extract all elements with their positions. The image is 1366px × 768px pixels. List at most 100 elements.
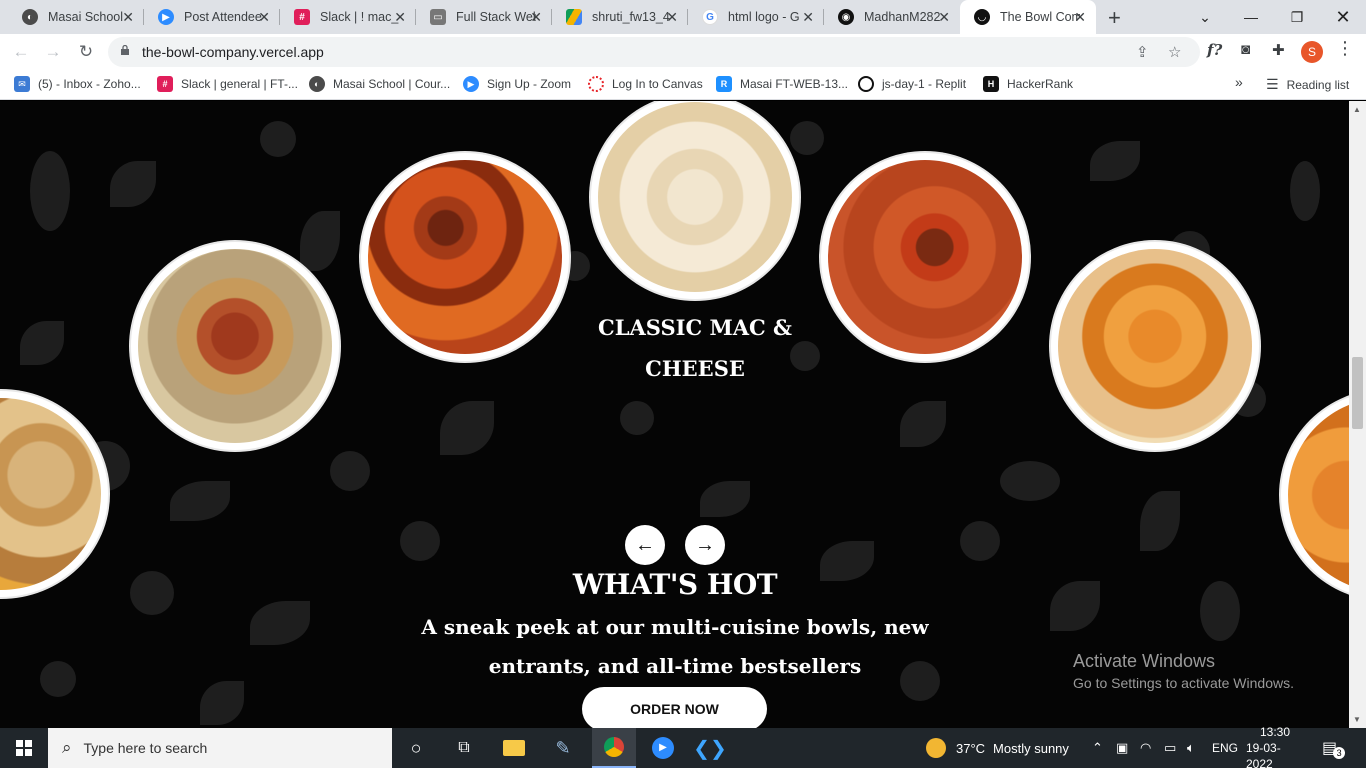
canvas-icon [588,76,604,92]
url-text: the-bowl-company.vercel.app [142,44,324,60]
task-view-icon[interactable]: ⧉ [446,728,482,768]
restore-button[interactable]: ❐ [1274,0,1320,34]
slack-icon: # [294,9,310,25]
close-tab-icon[interactable]: ✕ [122,9,134,26]
carousel-prev-button[interactable]: ← [625,525,665,565]
reading-list-icon: ☰ [1266,76,1279,92]
taskbar-search-box[interactable]: ⌕ Type here to search [48,728,392,768]
tab-the-bowl-company[interactable]: ◡ The Bowl Com ✕ [960,0,1096,34]
bookmark-hackerrank[interactable]: H HackerRank [983,76,1073,92]
tab-html-logo-search[interactable]: G html logo - G ✕ [688,0,824,34]
scrollbar-thumb[interactable] [1352,357,1363,429]
cortana-icon[interactable]: ○ [398,728,434,768]
address-bar[interactable]: the-bowl-company.vercel.app ⇪ ☆ [108,37,1200,67]
section-title: WHAT'S HOT [572,568,778,601]
drive-icon [566,9,582,25]
google-icon: G [702,9,718,25]
paint-icon[interactable]: ✎ [545,728,581,768]
bowl-image-manchurian-noodles[interactable] [361,153,569,361]
wifi-icon[interactable]: ◠ [1140,728,1151,768]
bookmark-canvas[interactable]: Log In to Canvas [588,76,703,92]
action-center-button[interactable]: ▤ 3 [1322,728,1346,768]
tab-post-attendee[interactable]: ▶ Post Attendee ✕ [144,0,280,34]
minimize-button[interactable]: — [1228,0,1274,34]
volume-icon[interactable]: 🔈︎ [1187,728,1195,768]
zoom-icon: ▶ [463,76,479,92]
close-tab-icon[interactable]: ✕ [530,9,542,26]
close-tab-icon[interactable]: ✕ [394,9,406,26]
tab-google-drive[interactable]: shruti_fw13_4 ✕ [552,0,688,34]
scroll-up-arrow-icon[interactable]: ▲ [1353,105,1361,114]
bowl-image-paratha[interactable] [0,391,108,597]
clock[interactable]: 13:30 19-03-2022 [1246,725,1304,768]
order-now-button[interactable]: ORDER NOW [582,687,767,728]
close-window-button[interactable]: ✕ [1320,0,1366,34]
windows-taskbar: ⌕ Type here to search ○ ⧉ ✎ ▶ ❮❯ 37°C Mo… [0,725,1366,768]
tab-github[interactable]: ◉ MadhanM282 ✕ [824,0,960,34]
close-tab-icon[interactable]: ✕ [802,9,814,26]
bookmark-slack-general[interactable]: # Slack | general | FT-... [157,76,298,92]
tab-full-stack-web[interactable]: ▭ Full Stack Web ✕ [416,0,552,34]
reload-button[interactable]: ↻ [75,41,97,63]
github-icon: ◉ [838,9,854,25]
weather-widget[interactable]: 37°C Mostly sunny [926,728,1069,768]
sun-cloud-icon [926,738,946,758]
page-viewport: CLASSIC MAC & CHEESE ← → WHAT'S HOT A sn… [0,101,1349,728]
close-tab-icon[interactable]: ✕ [258,9,270,26]
close-tab-icon[interactable]: ✕ [1074,9,1086,26]
reading-list-button[interactable]: ☰ Reading list [1266,76,1349,93]
dish-title: CLASSIC MAC & CHEESE [597,315,792,381]
close-tab-icon[interactable]: ✕ [938,9,950,26]
battery-icon[interactable]: ▭ [1164,728,1176,768]
bowl-image-chicken-rice[interactable] [821,153,1029,361]
zoom-icon: ▶ [158,9,174,25]
lock-icon [121,45,129,55]
file-explorer-icon[interactable] [496,728,532,768]
back-button[interactable]: ← [10,41,32,63]
vscode-icon[interactable]: ❮❯ [692,728,728,768]
windows-logo-icon [16,740,32,756]
page-scrollbar[interactable]: ▲ ▼ [1349,101,1366,728]
bowl-image-butter-chicken-biryani[interactable] [1051,242,1259,450]
share-icon[interactable]: ⇪ [1136,43,1149,61]
close-tab-icon[interactable]: ✕ [666,9,678,26]
bookmark-zoho-inbox[interactable]: ✉ (5) - Inbox - Zoho... [14,76,141,92]
bookmark-masai-ft-web[interactable]: R Masai FT-WEB-13... [716,76,848,92]
browser-toolbar: ← → ↻ the-bowl-company.vercel.app ⇪ ☆ [0,34,1366,70]
activate-windows-watermark: Activate Windows Go to Settings to activ… [1073,651,1294,691]
bookmark-masai-course[interactable]: ◐ Masai School | Cour... [309,76,450,92]
tab-slack[interactable]: # Slack | ! mac_ ✕ [280,0,416,34]
bookmark-star-icon[interactable]: ☆ [1168,43,1181,61]
menu-kebab-icon[interactable]: ⋮ [1336,38,1354,59]
extension-f-icon[interactable]: f? [1207,41,1222,59]
hackerrank-icon: H [983,76,999,92]
bookmark-zoom-signup[interactable]: ▶ Sign Up - Zoom [463,76,571,92]
language-indicator[interactable]: ENG [1212,728,1238,768]
section-subtitle: A sneak peek at our multi-cuisine bowls,… [421,615,929,678]
show-hidden-icons-chevron[interactable]: ⌃ [1092,728,1103,768]
masai-icon: ◐ [309,76,325,92]
record-extension-icon[interactable]: ◙ [1241,41,1250,58]
forward-button[interactable]: → [42,41,64,63]
profile-avatar[interactable]: S [1301,41,1323,63]
tab-search-chevron-icon[interactable]: ⌄ [1182,0,1228,34]
masai-icon: ◐ [22,9,38,25]
new-tab-button[interactable]: + [1108,5,1121,31]
bowl-image-paneer-curry[interactable] [1281,391,1349,599]
zoom-taskbar-icon[interactable]: ▶ [645,728,681,768]
bowl-image-mac-and-cheese[interactable] [591,101,799,299]
tab-masai-school[interactable]: ◐ Masai School ✕ [8,0,144,34]
slack-icon: # [157,76,173,92]
start-button[interactable] [0,728,48,768]
meet-now-icon[interactable]: ▣ [1116,728,1128,768]
bookmark-replit[interactable]: js-day-1 - Replit [858,76,966,92]
carousel-next-button[interactable]: → [685,525,725,565]
bookmarks-overflow-button[interactable]: » [1235,74,1243,90]
bowl-image-paneer-rice[interactable] [131,242,339,450]
puzzle-extensions-icon[interactable]: ✚ [1272,41,1285,59]
masai-ft-icon: R [716,76,732,92]
bowl-company-icon: ◡ [974,9,990,25]
scroll-down-arrow-icon[interactable]: ▼ [1353,715,1361,724]
chrome-taskbar-icon[interactable] [592,728,636,768]
search-icon: ⌕ [62,738,72,757]
